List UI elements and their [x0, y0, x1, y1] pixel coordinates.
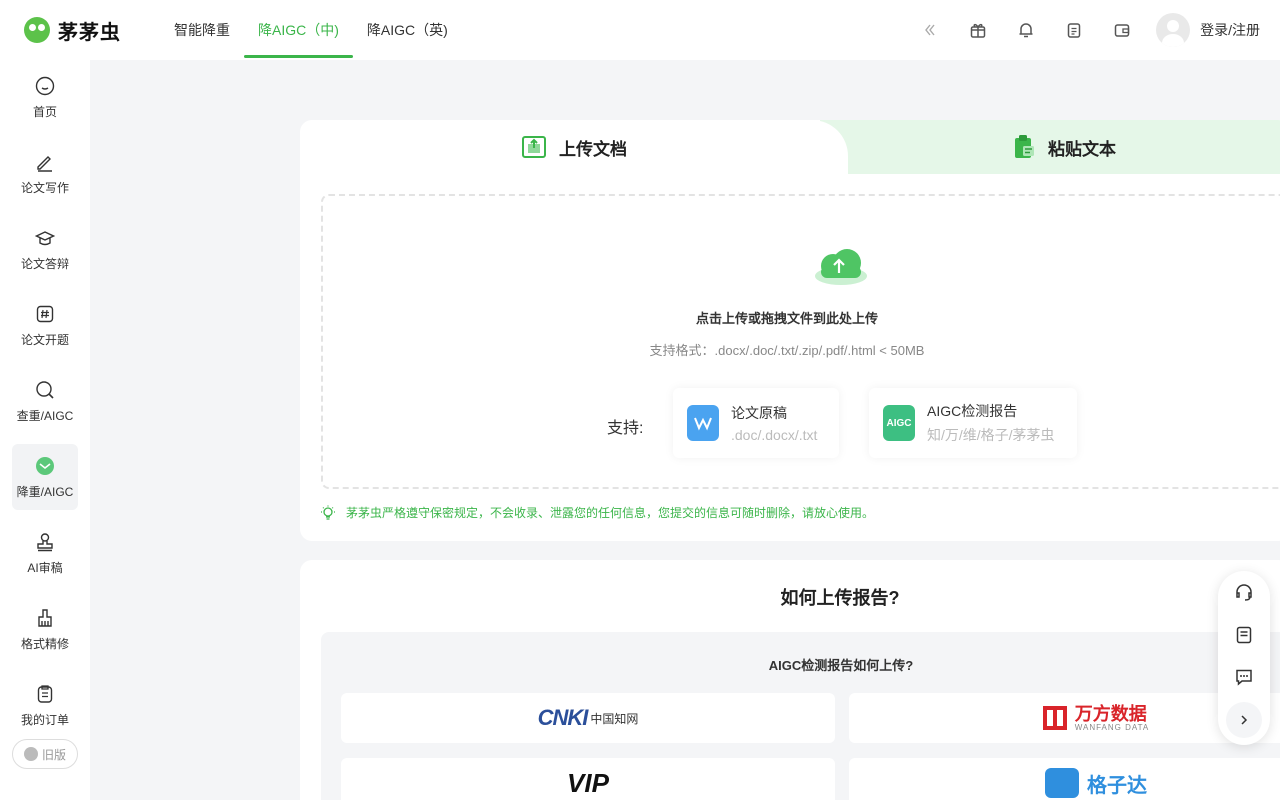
- cloud-upload-icon: [811, 246, 869, 286]
- bug-logo-icon: [24, 17, 50, 43]
- nav-item-reduce-aigc-en[interactable]: 降AIGC（英): [353, 0, 462, 60]
- sidebar-item-format-polish[interactable]: 格式精修: [12, 596, 78, 662]
- sidebar-item-thesis-writing[interactable]: 论文写作: [12, 140, 78, 206]
- bell-icon[interactable]: [1002, 0, 1050, 60]
- old-version-icon: [23, 747, 38, 761]
- sidebar-item-ai-review[interactable]: AI审稿: [12, 520, 78, 586]
- sidebar: 首页 论文写作 论文答辩 论文开题 查重/AIGC 降重/AIGC AI审稿 格…: [0, 60, 90, 800]
- sidebar-item-label: 首页: [32, 104, 57, 119]
- notes-icon[interactable]: [1232, 623, 1256, 647]
- logo[interactable]: 茅茅虫: [24, 16, 154, 45]
- wps-document-icon: [687, 405, 719, 441]
- main-nav: 智能降重 降AIGC（中) 降AIGC（英): [160, 0, 462, 60]
- sidebar-item-my-orders[interactable]: 我的订单: [12, 672, 78, 738]
- chevron-right-icon: [1241, 715, 1248, 725]
- stamp-icon: [34, 531, 56, 553]
- support-label: 支持:: [607, 420, 644, 437]
- wanfang-logo-tile[interactable]: 万方数据 WANFANG DATA: [849, 693, 1280, 743]
- tab-paste-text-label: 粘贴文本: [1048, 139, 1116, 159]
- howto-subtitle: AIGC检测报告如何上传?: [768, 658, 914, 673]
- order-icon: [34, 683, 56, 705]
- paste-text-icon: [1012, 134, 1036, 160]
- reduce-icon: [34, 455, 56, 477]
- upload-card: 上传文档 粘贴文本 点击上传或拖拽文件到此处上传 支持格式：.docx/.doc…: [300, 120, 1280, 541]
- collapse-icon[interactable]: [906, 0, 954, 60]
- header-actions: 登录/注册: [906, 0, 1260, 60]
- upload-document-icon: [521, 135, 547, 159]
- privacy-notice: 茅茅虫严格遵守保密规定，不会收录、泄露您的任何信息，您提交的信息可随时删除，请放…: [320, 504, 874, 521]
- gezida-text: 格子达: [1087, 774, 1147, 797]
- old-version-label: 旧版: [41, 747, 66, 762]
- nav-item-reduce-aigc-cn[interactable]: 降AIGC（中): [244, 0, 353, 60]
- support-item-aigc-report: AIGC AIGC检测报告 知/万/维/格子/茅茅虫: [869, 388, 1077, 458]
- support-item-title: AIGC检测报告: [927, 403, 1018, 419]
- floating-toolbar: [1218, 571, 1270, 745]
- wanfang-logo: 万方数据 WANFANG DATA: [1042, 703, 1150, 732]
- gezida-logo: 格子达: [1045, 768, 1147, 798]
- sidebar-item-thesis-defense[interactable]: 论文答辩: [12, 216, 78, 282]
- sidebar-item-label: 查重/AIGC: [16, 408, 74, 423]
- sidebar-item-thesis-proposal[interactable]: 论文开题: [12, 292, 78, 358]
- support-item-sub: .doc/.docx/.txt: [731, 427, 818, 443]
- cnki-logo: CNKI 中国知网: [538, 705, 639, 731]
- sidebar-item-label: 论文写作: [20, 180, 69, 195]
- support-item-sub: 知/万/维/格子/茅茅虫: [927, 427, 1055, 443]
- privacy-text: 茅茅虫严格遵守保密规定，不会收录、泄露您的任何信息，您提交的信息可随时删除，请放…: [346, 506, 875, 520]
- customer-service-icon[interactable]: [1232, 581, 1256, 605]
- clipboard-icon[interactable]: [1050, 0, 1098, 60]
- upload-tabs: 上传文档 粘贴文本: [300, 120, 1280, 174]
- gift-icon[interactable]: [954, 0, 1002, 60]
- sidebar-item-label: 降重/AIGC: [16, 484, 74, 499]
- top-bar: 茅茅虫 智能降重 降AIGC（中) 降AIGC（英) 登录/注册: [0, 0, 1280, 60]
- sidebar-item-label: 格式精修: [20, 636, 69, 651]
- sidebar-item-label: 我的订单: [20, 712, 69, 727]
- howto-panel: AIGC检测报告如何上传? CNKI 中国知网 万方数据 WANFANG DAT…: [321, 632, 1280, 800]
- support-item-original-thesis: 论文原稿 .doc/.docx/.txt: [673, 388, 839, 458]
- cnki-text: 中国知网: [590, 711, 639, 726]
- howto-title: 如何上传报告?: [780, 588, 900, 608]
- feedback-icon[interactable]: [1232, 665, 1256, 689]
- sidebar-item-label: 论文答辩: [20, 256, 69, 271]
- tab-upload-document[interactable]: 上传文档: [300, 120, 848, 174]
- sidebar-item-check-aigc[interactable]: 查重/AIGC: [12, 368, 78, 434]
- cnki-mark: CNKI: [537, 705, 589, 730]
- gezida-mark-icon: [1045, 768, 1079, 798]
- sidebar-item-home[interactable]: 首页: [12, 64, 78, 130]
- wanfang-en: WANFANG DATA: [1074, 722, 1150, 732]
- old-version-button[interactable]: 旧版: [12, 739, 78, 769]
- vip-logo: VIP: [567, 767, 609, 798]
- hashtag-icon: [34, 303, 56, 325]
- wallet-icon[interactable]: [1098, 0, 1146, 60]
- logo-text: 茅茅虫: [58, 21, 121, 44]
- cnki-logo-tile[interactable]: CNKI 中国知网: [341, 693, 835, 743]
- pen-icon: [34, 151, 56, 173]
- brush-icon: [34, 607, 56, 629]
- howto-section: 如何上传报告? AIGC检测报告如何上传? CNKI 中国知网 万方数据 WAN…: [300, 560, 1280, 800]
- aigc-report-icon: AIGC: [883, 405, 915, 441]
- avatar[interactable]: [1156, 13, 1191, 47]
- tab-upload-document-label: 上传文档: [559, 139, 627, 159]
- gezida-logo-tile[interactable]: 格子达: [849, 758, 1280, 800]
- sidebar-item-label: AI审稿: [27, 560, 63, 575]
- sidebar-item-label: 论文开题: [20, 332, 69, 347]
- upload-instruction: 点击上传或拖拽文件到此处上传: [695, 311, 878, 326]
- home-icon: [34, 75, 56, 97]
- graduation-cap-icon: [34, 227, 56, 249]
- upload-dropzone[interactable]: 点击上传或拖拽文件到此处上传 支持格式：.docx/.doc/.txt/.zip…: [321, 194, 1280, 489]
- wanfang-cn: 万方数据: [1074, 703, 1147, 724]
- wanfang-mark-icon: [1042, 706, 1067, 730]
- lightbulb-icon: [321, 505, 335, 520]
- sidebar-item-reduce-aigc[interactable]: 降重/AIGC: [12, 444, 78, 510]
- nav-item-smart-reduce[interactable]: 智能降重: [160, 0, 244, 60]
- vip-logo-tile[interactable]: VIP: [341, 758, 835, 800]
- upload-formats: 支持格式：.docx/.doc/.txt/.zip/.pdf/.html < 5…: [649, 343, 925, 358]
- expand-arrow-button[interactable]: [1226, 702, 1262, 738]
- tab-paste-text[interactable]: 粘贴文本: [848, 120, 1280, 174]
- search-icon: [34, 379, 56, 401]
- login-register-link[interactable]: 登录/注册: [1200, 20, 1260, 40]
- support-item-title: 论文原稿: [731, 405, 787, 421]
